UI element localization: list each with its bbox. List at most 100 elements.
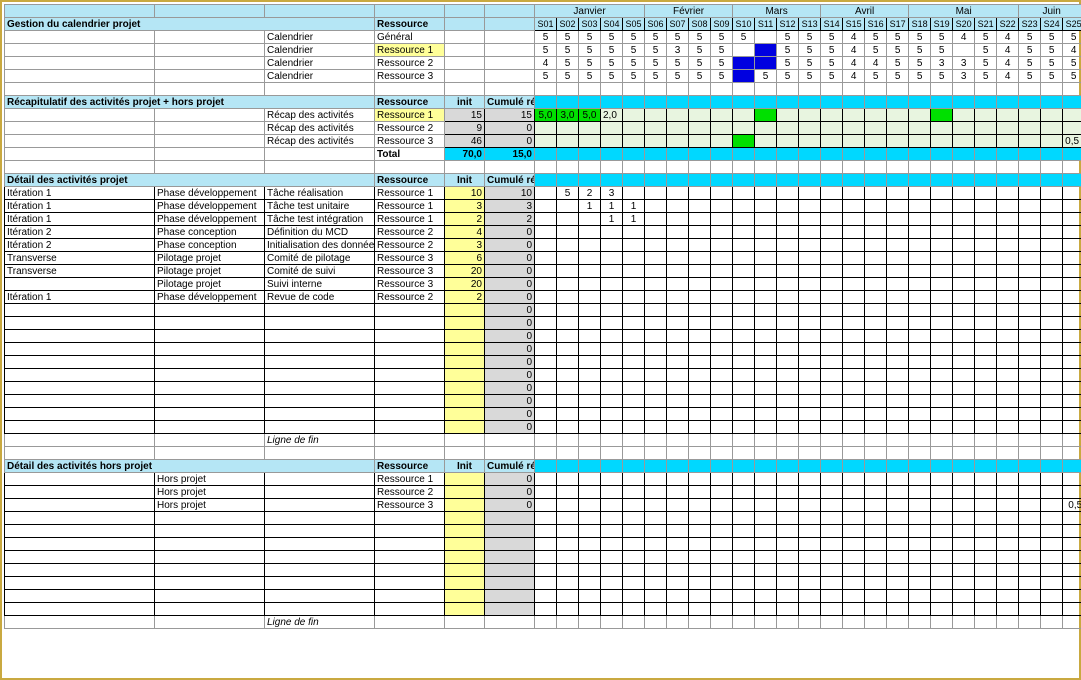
cell[interactable] bbox=[843, 304, 865, 317]
cell[interactable]: 6 bbox=[445, 252, 485, 265]
cell[interactable] bbox=[579, 590, 601, 603]
cell[interactable] bbox=[711, 174, 733, 187]
cell[interactable] bbox=[535, 200, 557, 213]
cell[interactable] bbox=[579, 434, 601, 447]
cell[interactable] bbox=[733, 499, 755, 512]
cell[interactable] bbox=[777, 486, 799, 499]
cell[interactable] bbox=[1063, 590, 1081, 603]
cell[interactable] bbox=[909, 499, 931, 512]
cell[interactable] bbox=[445, 57, 485, 70]
cell[interactable]: 5 bbox=[777, 31, 799, 44]
cell[interactable] bbox=[865, 486, 887, 499]
cell[interactable] bbox=[265, 538, 375, 551]
cell[interactable] bbox=[777, 525, 799, 538]
cell[interactable] bbox=[601, 577, 623, 590]
cell[interactable] bbox=[799, 603, 821, 616]
cell[interactable] bbox=[843, 187, 865, 200]
cell[interactable] bbox=[155, 577, 265, 590]
cell[interactable] bbox=[865, 473, 887, 486]
cell[interactable] bbox=[579, 96, 601, 109]
cell[interactable]: 4 bbox=[843, 70, 865, 83]
cell[interactable] bbox=[1063, 265, 1081, 278]
cell[interactable] bbox=[909, 187, 931, 200]
cell[interactable] bbox=[265, 499, 375, 512]
cell[interactable] bbox=[535, 265, 557, 278]
cell[interactable] bbox=[777, 499, 799, 512]
cell[interactable] bbox=[821, 122, 843, 135]
cell[interactable] bbox=[909, 616, 931, 629]
cell[interactable] bbox=[667, 512, 689, 525]
cell[interactable] bbox=[1041, 83, 1063, 96]
cell[interactable] bbox=[777, 330, 799, 343]
cell[interactable] bbox=[579, 239, 601, 252]
cell[interactable] bbox=[931, 135, 953, 148]
cell[interactable]: 5 bbox=[821, 57, 843, 70]
cell[interactable]: 5 bbox=[557, 70, 579, 83]
cell[interactable] bbox=[1041, 343, 1063, 356]
cell[interactable] bbox=[821, 512, 843, 525]
cell[interactable] bbox=[909, 447, 931, 460]
cell[interactable] bbox=[601, 590, 623, 603]
cell[interactable] bbox=[755, 161, 777, 174]
cell[interactable]: 3 bbox=[485, 200, 535, 213]
cell[interactable] bbox=[909, 304, 931, 317]
cell[interactable] bbox=[155, 551, 265, 564]
cell[interactable] bbox=[887, 304, 909, 317]
cell[interactable] bbox=[997, 382, 1019, 395]
cell[interactable]: Itération 1 bbox=[5, 213, 155, 226]
cell[interactable]: 5 bbox=[1063, 70, 1081, 83]
cell[interactable]: Calendrier bbox=[265, 31, 375, 44]
cell[interactable] bbox=[975, 408, 997, 421]
cell[interactable] bbox=[535, 122, 557, 135]
cell[interactable] bbox=[821, 525, 843, 538]
cell[interactable] bbox=[799, 330, 821, 343]
cell[interactable]: Suivi interne bbox=[265, 278, 375, 291]
cell[interactable] bbox=[843, 148, 865, 161]
cell[interactable] bbox=[557, 447, 579, 460]
cell[interactable] bbox=[997, 590, 1019, 603]
cell[interactable] bbox=[865, 122, 887, 135]
cell[interactable] bbox=[1041, 564, 1063, 577]
cell[interactable] bbox=[733, 460, 755, 473]
cell[interactable] bbox=[887, 109, 909, 122]
cell[interactable] bbox=[733, 226, 755, 239]
cell[interactable] bbox=[843, 564, 865, 577]
cell[interactable] bbox=[535, 551, 557, 564]
cell[interactable] bbox=[733, 551, 755, 564]
cell[interactable] bbox=[887, 460, 909, 473]
cell[interactable] bbox=[733, 304, 755, 317]
cell[interactable]: 10 bbox=[445, 187, 485, 200]
cell[interactable] bbox=[5, 330, 155, 343]
cell[interactable] bbox=[777, 187, 799, 200]
cell[interactable] bbox=[777, 473, 799, 486]
cell[interactable] bbox=[155, 109, 265, 122]
cell[interactable] bbox=[689, 421, 711, 434]
cell[interactable] bbox=[485, 538, 535, 551]
cell[interactable] bbox=[1063, 291, 1081, 304]
cell[interactable] bbox=[265, 577, 375, 590]
cell[interactable] bbox=[711, 525, 733, 538]
cell[interactable]: Tâche réalisation bbox=[265, 187, 375, 200]
cell[interactable] bbox=[557, 590, 579, 603]
cell[interactable] bbox=[645, 473, 667, 486]
cell[interactable] bbox=[645, 616, 667, 629]
cell[interactable] bbox=[1019, 382, 1041, 395]
cell[interactable] bbox=[843, 369, 865, 382]
cell[interactable] bbox=[1019, 512, 1041, 525]
cell[interactable] bbox=[887, 525, 909, 538]
cell[interactable] bbox=[375, 83, 445, 96]
cell[interactable] bbox=[975, 603, 997, 616]
cell[interactable] bbox=[997, 603, 1019, 616]
cell[interactable] bbox=[645, 538, 667, 551]
cell[interactable] bbox=[953, 174, 975, 187]
cell[interactable] bbox=[579, 83, 601, 96]
cell[interactable] bbox=[535, 499, 557, 512]
cell[interactable] bbox=[777, 252, 799, 265]
cell[interactable] bbox=[579, 265, 601, 278]
cell[interactable] bbox=[931, 434, 953, 447]
cell[interactable] bbox=[375, 616, 445, 629]
cell[interactable]: Ressource 3 bbox=[375, 252, 445, 265]
cell[interactable] bbox=[557, 304, 579, 317]
cell[interactable] bbox=[5, 616, 155, 629]
cell[interactable] bbox=[601, 486, 623, 499]
